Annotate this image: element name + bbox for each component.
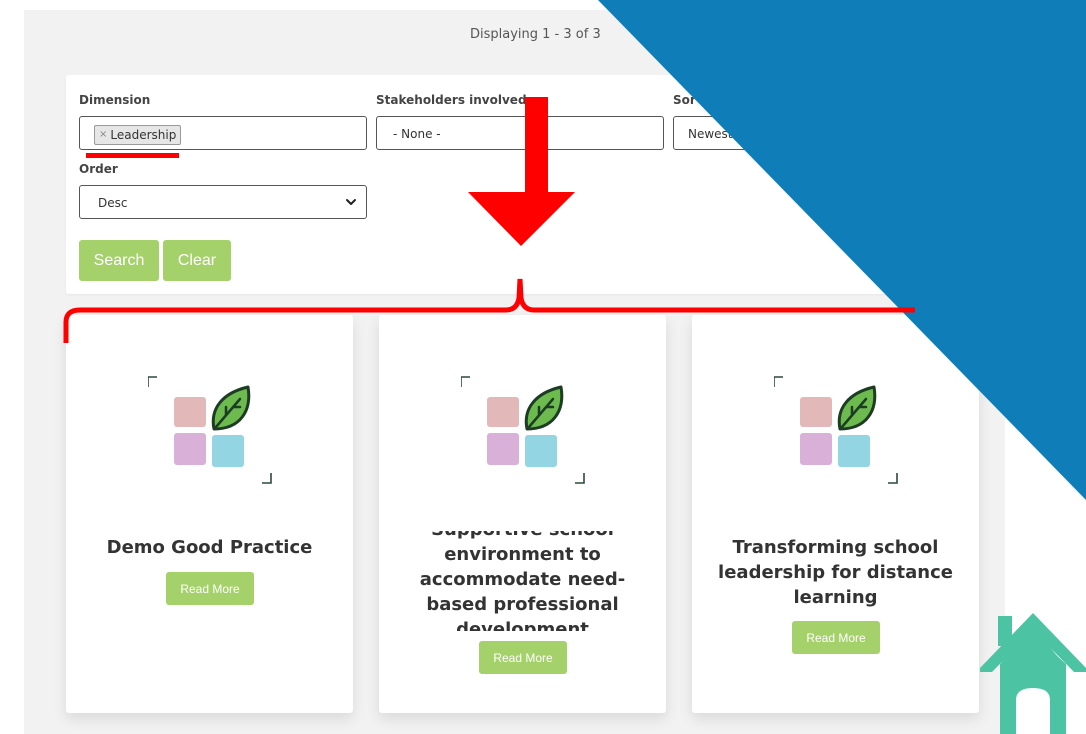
dimension-label: Dimension [79,93,151,107]
result-card-2: Supportive school environment to accommo… [379,315,666,713]
read-more-button[interactable]: Read More [166,572,254,605]
stakeholders-select[interactable]: - None - [376,116,664,150]
sort-select[interactable]: Newest [673,116,961,150]
tag-remove-icon[interactable]: × [99,126,107,144]
order-value: Desc [98,196,128,210]
sort-value: Newest [688,127,733,141]
search-button[interactable]: Search [79,240,159,281]
card-title: Supportive school environment to accommo… [419,531,626,631]
card-title: Transforming school leadership for dista… [718,537,953,608]
stakeholders-label: Stakeholders involved [376,93,527,107]
stakeholders-value: - None - [393,127,441,141]
card-title-clip: Supportive school environment to accommo… [379,531,666,631]
result-card-3: Transforming school leadership for dista… [692,315,979,713]
card-logo-icon [774,376,898,484]
filter-panel: Dimension × Leadership Stakeholders invo… [66,75,978,294]
dimension-tag-label: Leadership [110,128,177,142]
result-card-1: Demo Good Practice Read More [66,315,353,713]
order-label: Order [79,162,118,176]
dimension-select[interactable]: × Leadership [79,116,367,150]
sort-label: Sor [673,93,696,107]
chevron-down-icon [346,199,356,205]
read-more-button[interactable]: Read More [792,621,880,654]
read-more-button[interactable]: Read More [479,641,567,674]
dimension-tag[interactable]: × Leadership [94,125,182,145]
clear-button[interactable]: Clear [163,240,231,281]
results-count: Displaying 1 - 3 of 3 [470,27,601,42]
order-select[interactable]: Desc [79,185,367,219]
card-logo-icon [148,376,272,484]
card-logo-icon [461,376,585,484]
card-title: Demo Good Practice [106,537,313,558]
